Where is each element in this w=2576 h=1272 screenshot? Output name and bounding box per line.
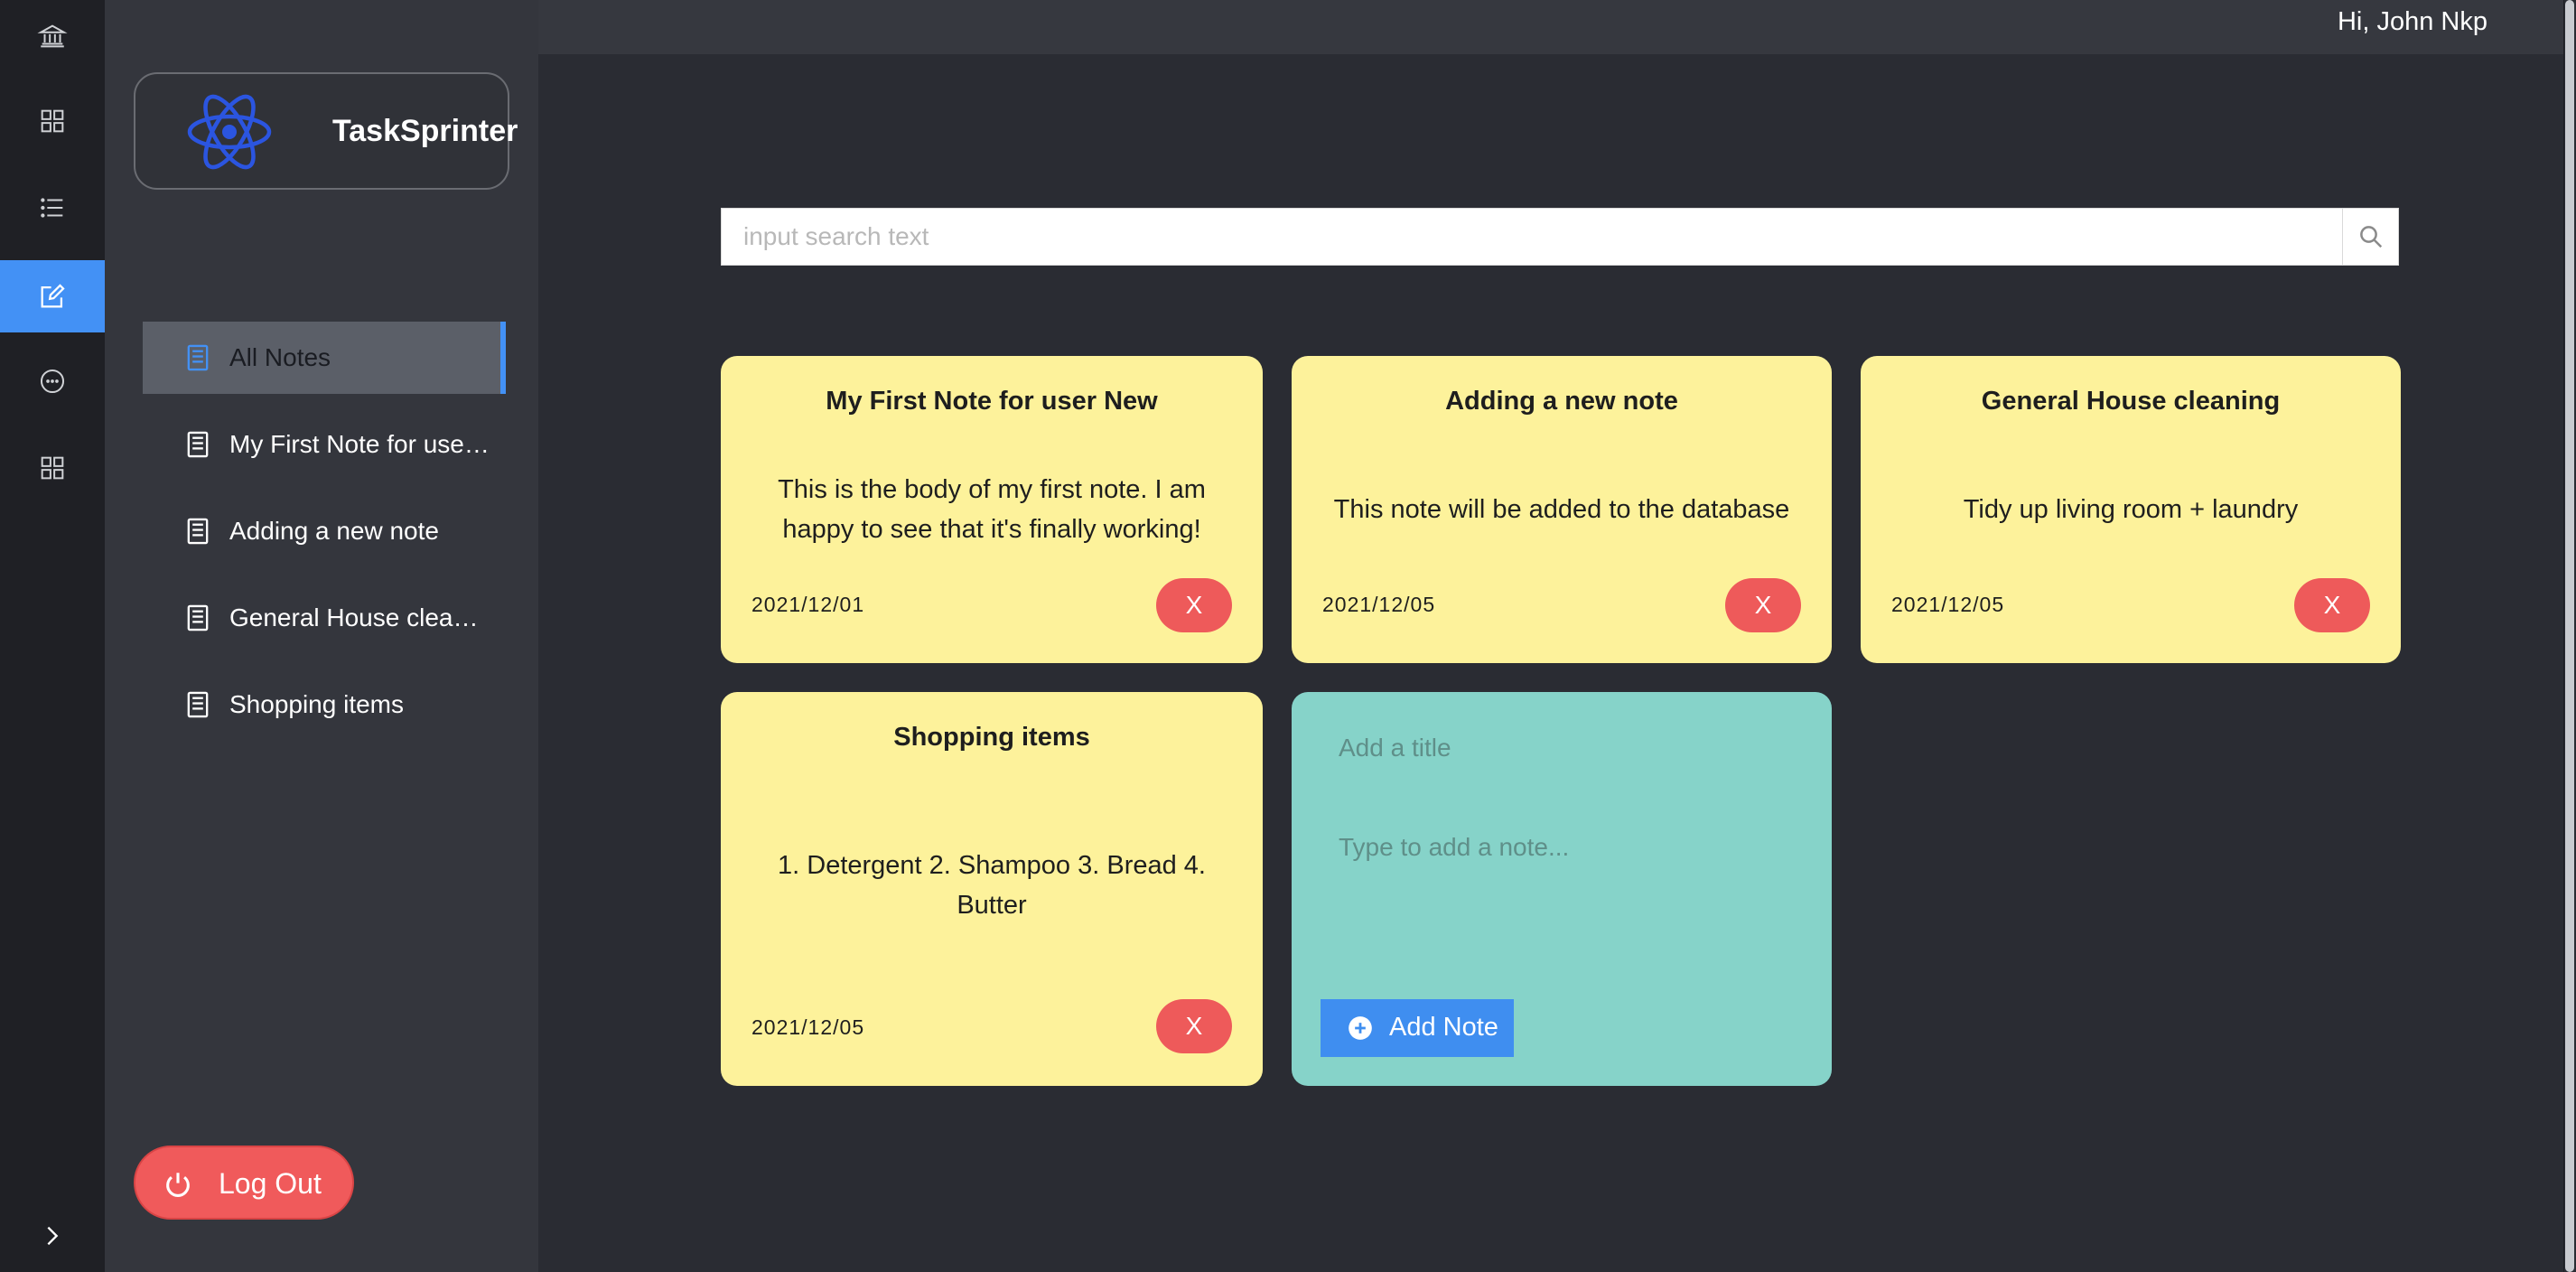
add-note-button[interactable]: Add Note bbox=[1321, 999, 1514, 1057]
rail-item-notes[interactable] bbox=[0, 260, 105, 332]
delete-note-button[interactable]: X bbox=[1156, 578, 1232, 632]
search-bar bbox=[721, 208, 2399, 266]
top-bar: Hi, John Nkp bbox=[538, 0, 2576, 54]
sidebar-item-note[interactable]: Shopping items bbox=[143, 669, 506, 741]
note-body: This note will be added to the database bbox=[1333, 495, 1790, 524]
rail-item-tasks[interactable] bbox=[0, 172, 105, 244]
scrollbar-thumb[interactable] bbox=[2565, 0, 2574, 1272]
sidebar-item-note[interactable]: My First Note for user New bbox=[143, 408, 506, 481]
sidebar-item-note[interactable]: General House cleaning bbox=[143, 582, 506, 654]
delete-note-button[interactable]: X bbox=[2294, 578, 2370, 632]
atom-logo-icon bbox=[187, 94, 272, 170]
rail-item-home[interactable] bbox=[0, 0, 105, 72]
add-note-label: Add Note bbox=[1389, 1013, 1498, 1042]
rail-item-messages[interactable] bbox=[0, 345, 105, 417]
note-body: This is the body of my first note. I am … bbox=[778, 475, 1206, 544]
app-name: TaskSprinter bbox=[332, 114, 518, 148]
sidebar-item-label: Adding a new note bbox=[229, 517, 439, 545]
notes-sidebar: TaskSprinter All Notes My First Note for… bbox=[105, 0, 538, 1272]
note-icon bbox=[187, 518, 209, 545]
sidebar-item-all-notes[interactable]: All Notes bbox=[143, 322, 506, 394]
sidebar-item-label: Shopping items bbox=[229, 690, 405, 718]
bank-icon bbox=[37, 24, 68, 48]
page-scrollbar[interactable] bbox=[2563, 0, 2576, 1272]
rail-item-dashboard[interactable] bbox=[0, 85, 105, 157]
sidebar-item-label: My First Note for user New bbox=[229, 430, 491, 458]
note-card: General House cleaning Tidy up living ro… bbox=[1861, 356, 2401, 663]
chat-icon bbox=[40, 369, 65, 394]
note-icon bbox=[187, 691, 209, 718]
chevron-right-icon bbox=[47, 1226, 59, 1246]
note-card: Shopping items 1. Detergent 2. Shampoo 3… bbox=[721, 692, 1263, 1086]
delete-note-button[interactable]: X bbox=[1725, 578, 1801, 632]
note-title: My First Note for user New bbox=[826, 387, 1158, 416]
note-icon bbox=[187, 604, 209, 631]
search-icon bbox=[2359, 226, 2382, 248]
note-body: 1. Detergent 2. Shampoo 3. Bread 4. Butt… bbox=[778, 851, 1206, 920]
logout-label: Log Out bbox=[219, 1167, 322, 1200]
icon-rail bbox=[0, 0, 105, 1272]
notes-nav: All Notes My First Note for user New Add… bbox=[143, 322, 506, 755]
logout-button[interactable]: Log Out bbox=[134, 1146, 354, 1220]
note-date: 2021/12/05 bbox=[1322, 593, 1436, 616]
note-card: Adding a new note This note will be adde… bbox=[1292, 356, 1832, 663]
apps-icon bbox=[41, 456, 64, 480]
note-title: General House cleaning bbox=[1981, 387, 2281, 416]
sidebar-item-label: All Notes bbox=[229, 343, 331, 371]
note-date: 2021/12/01 bbox=[751, 593, 865, 616]
delete-note-button[interactable]: X bbox=[1156, 999, 1232, 1053]
note-card: My First Note for user New This is the b… bbox=[721, 356, 1263, 663]
power-icon bbox=[166, 1173, 190, 1197]
grid-icon bbox=[41, 109, 64, 133]
note-body: Tidy up living room + laundry bbox=[1963, 495, 2299, 524]
sidebar-item-note[interactable]: Adding a new note bbox=[143, 495, 506, 567]
new-note-body-input[interactable] bbox=[1339, 833, 1790, 941]
note-title: Shopping items bbox=[893, 723, 1090, 752]
search-button[interactable] bbox=[2342, 209, 2398, 265]
search-input[interactable] bbox=[722, 209, 2342, 265]
rail-item-apps[interactable] bbox=[0, 432, 105, 504]
sidebar-item-label: General House cleaning bbox=[229, 603, 491, 631]
edit-icon bbox=[41, 284, 65, 308]
plus-circle-icon bbox=[1349, 1016, 1372, 1040]
new-note-title-input[interactable] bbox=[1339, 734, 1790, 762]
note-icon bbox=[187, 344, 209, 371]
user-greeting[interactable]: Hi, John Nkp bbox=[2338, 7, 2487, 37]
brand-card[interactable]: TaskSprinter bbox=[134, 72, 518, 190]
note-icon bbox=[187, 431, 209, 458]
collapse-sidebar-button[interactable] bbox=[0, 1211, 105, 1261]
note-date: 2021/12/05 bbox=[1891, 593, 2005, 616]
note-title: Adding a new note bbox=[1445, 387, 1678, 416]
note-date: 2021/12/05 bbox=[751, 1015, 865, 1039]
list-icon bbox=[41, 198, 63, 218]
new-note-card: Add Note bbox=[1292, 692, 1832, 1086]
